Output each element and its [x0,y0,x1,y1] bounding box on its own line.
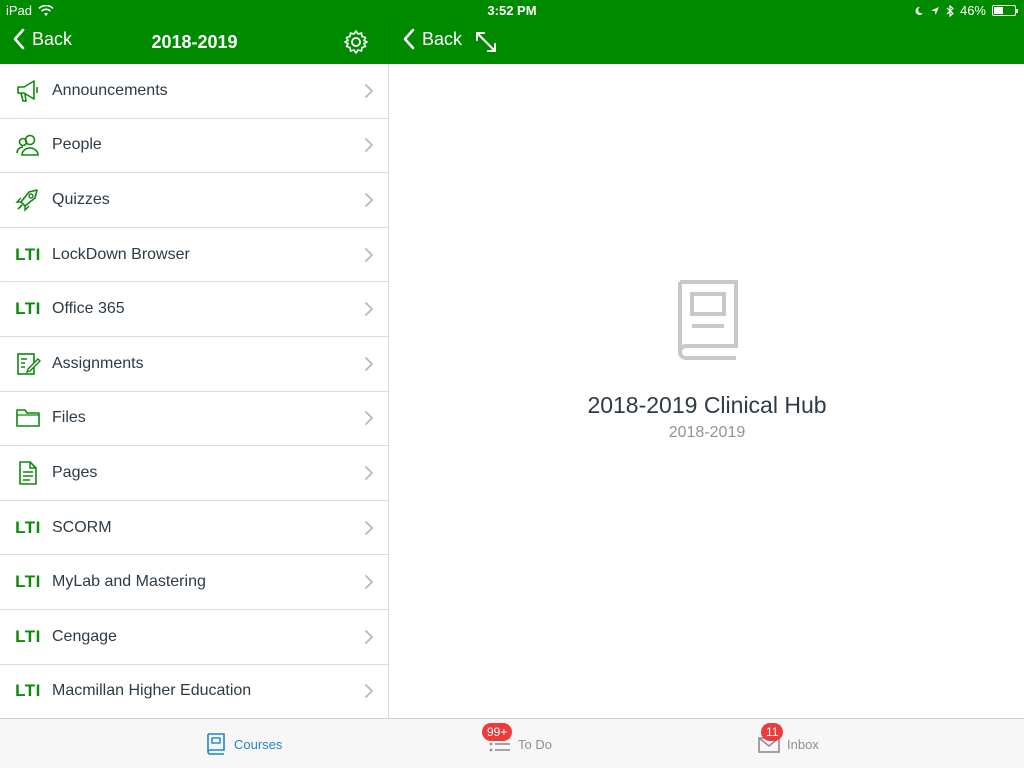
chevron-right-icon [365,466,373,480]
tab-inbox[interactable]: Inbox 11 [757,719,819,769]
menu-item-label: Files [52,409,86,427]
expand-icon[interactable] [474,30,498,54]
page-icon [14,459,42,487]
menu-item-scorm[interactable]: LTI SCORM [0,501,388,556]
chevron-right-icon [365,411,373,426]
lti-icon: LTI [14,514,42,542]
menu-item-office-365[interactable]: LTI Office 365 [0,282,388,337]
lti-icon: LTI [14,568,42,596]
megaphone-icon [14,77,42,105]
moon-icon [915,6,923,15]
nav-title: 2018-2019 [151,32,238,52]
menu-item-assignments[interactable]: Assignments [0,337,388,392]
chevron-right-icon [365,193,373,207]
status-bar: iPad 3:52 PM 46% [0,0,1024,20]
course-term: 2018-2019 [668,424,746,441]
lti-icon-text: LTI [15,681,41,701]
tab-courses-label: Courses [234,736,283,752]
left-nav-bar: Back 2018-2019 [0,20,389,64]
menu-item-files[interactable]: Files [0,392,388,447]
detail-back-button[interactable]: Back [402,28,462,50]
rocket-icon [14,186,42,214]
lti-icon: LTI [14,677,42,705]
menu-item-label: Quizzes [52,190,110,208]
tab-courses[interactable]: Courses [204,719,282,769]
menu-item-pages[interactable]: Pages [0,446,388,501]
menu-item-label: Cengage [52,627,117,645]
chevron-right-icon [365,302,373,317]
menu-item-label: SCORM [52,518,112,536]
lti-icon-text: LTI [15,299,41,319]
course-name: 2018-2019 Clinical Hub [587,392,827,418]
lti-icon: LTI [14,241,42,269]
menu-item-announcements[interactable]: Announcements [0,64,388,119]
back-label: Back [422,28,463,49]
assignment-icon [14,350,42,378]
chevron-right-icon [365,575,373,590]
menu-item-cengage[interactable]: LTI Cengage [0,610,388,665]
chevron-left-icon [403,28,415,50]
menu-item-label: Pages [52,463,98,481]
inbox-badge: 11 [761,723,784,741]
folder-icon [14,404,42,432]
chevron-right-icon [365,629,373,644]
menu-item-label: Office 365 [52,300,125,318]
tab-bar: Courses To Do 99+ Inbox 11 [0,718,1024,768]
book-icon [678,280,738,360]
gear-icon[interactable] [343,29,369,55]
lti-icon-text: LTI [15,572,41,592]
battery-fill [994,7,1003,14]
battery-icon [992,5,1018,16]
menu-item-label: People [52,136,102,154]
menu-item-label: MyLab and Mastering [52,573,206,591]
tab-todo[interactable]: To Do 99+ [482,719,552,769]
battery-percent: 46% [959,3,986,18]
bluetooth-icon [946,4,954,17]
status-right: 46% [914,3,1018,18]
todo-badge: 99+ [482,723,513,741]
chevron-right-icon [365,138,373,153]
lti-icon-text: LTI [15,244,41,264]
menu-item-label: Assignments [52,354,144,372]
menu-item-macmillan-higher-education[interactable]: LTI Macmillan Higher Education [0,665,388,718]
book-icon [207,733,225,755]
menu-item-mylab-and-mastering[interactable]: LTI MyLab and Mastering [0,555,388,610]
people-icon [14,131,42,159]
tab-todo-label: To Do [518,736,552,752]
tab-inbox-label: Inbox [787,736,819,752]
lti-icon: LTI [14,623,42,651]
right-nav-bar: Back [390,20,1024,64]
chevron-right-icon [365,520,373,535]
course-detail: 2018-2019 Clinical Hub 2018-2019 [390,64,1024,718]
menu-item-label: Macmillan Higher Education [52,682,252,700]
chevron-right-icon [365,356,373,371]
menu-item-quizzes[interactable]: Quizzes [0,173,388,228]
menu-item-label: Announcements [52,81,168,99]
status-time: 3:52 PM [487,3,537,18]
location-icon [930,6,939,15]
chevron-right-icon [365,247,373,262]
menu-item-lockdown-browser[interactable]: LTI LockDown Browser [0,228,388,283]
menu-item-people[interactable]: People [0,119,388,174]
course-menu-list: Announcements People Quizzes LTI LockDown Br… [0,64,389,718]
lti-icon: LTI [14,295,42,323]
lti-icon-text: LTI [15,626,41,646]
chevron-right-icon [365,83,373,98]
menu-item-label: LockDown Browser [52,245,190,263]
lti-icon-text: LTI [15,517,41,537]
chevron-right-icon [365,684,373,699]
